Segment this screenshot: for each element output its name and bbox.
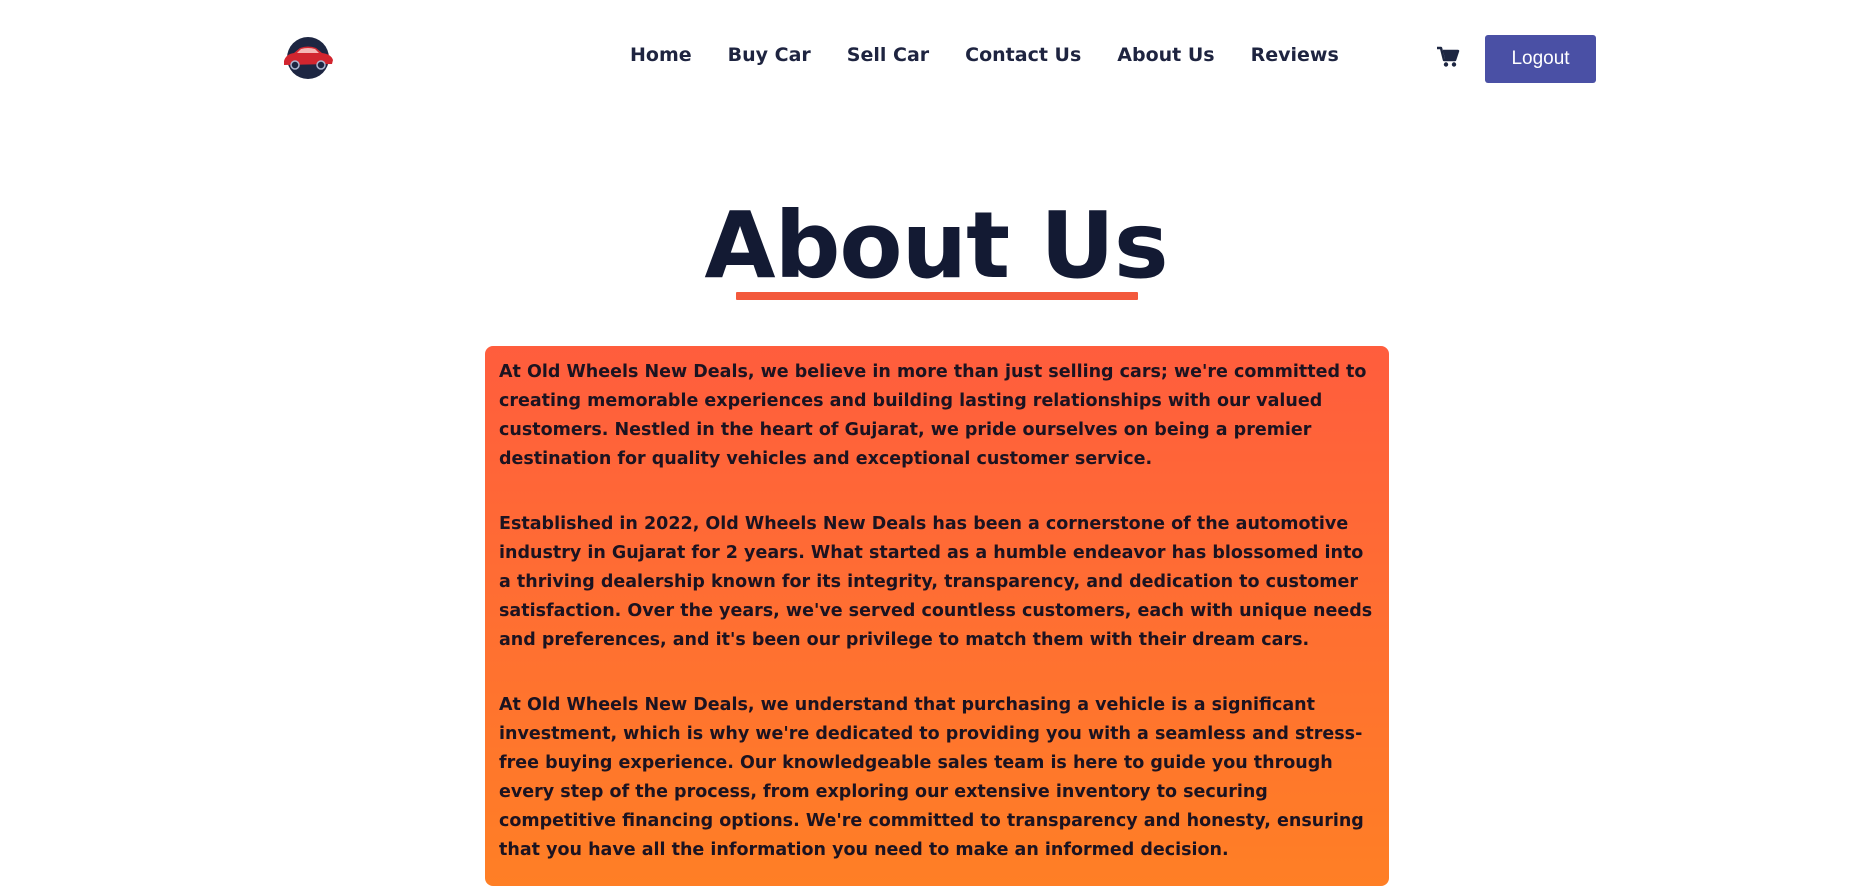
nav-link-buy-car[interactable]: Buy Car [728,44,811,66]
page-title: About Us [704,192,1168,299]
about-paragraph-1: At Old Wheels New Deals, we believe in m… [499,362,1367,469]
logout-button[interactable]: Logout [1485,35,1596,83]
nav-link-sell-car[interactable]: Sell Car [847,44,929,66]
nav-links: Home Buy Car Sell Car Contact Us About U… [630,44,1339,66]
shopping-cart-icon[interactable] [1436,46,1460,68]
about-card: At Old Wheels New Deals, we believe in m… [485,346,1389,886]
car-logo-icon[interactable] [280,35,336,81]
nav-link-home[interactable]: Home [630,44,692,66]
about-paragraph-2: Established in 2022, Old Wheels New Deal… [499,514,1373,650]
navbar: Home Buy Car Sell Car Contact Us About U… [0,0,1860,118]
nav-link-contact-us[interactable]: Contact Us [965,44,1081,66]
about-paragraph-3: At Old Wheels New Deals, we understand t… [499,695,1364,860]
nav-link-about-us[interactable]: About Us [1117,44,1214,66]
nav-link-reviews[interactable]: Reviews [1251,44,1339,66]
title-underline [736,292,1138,300]
